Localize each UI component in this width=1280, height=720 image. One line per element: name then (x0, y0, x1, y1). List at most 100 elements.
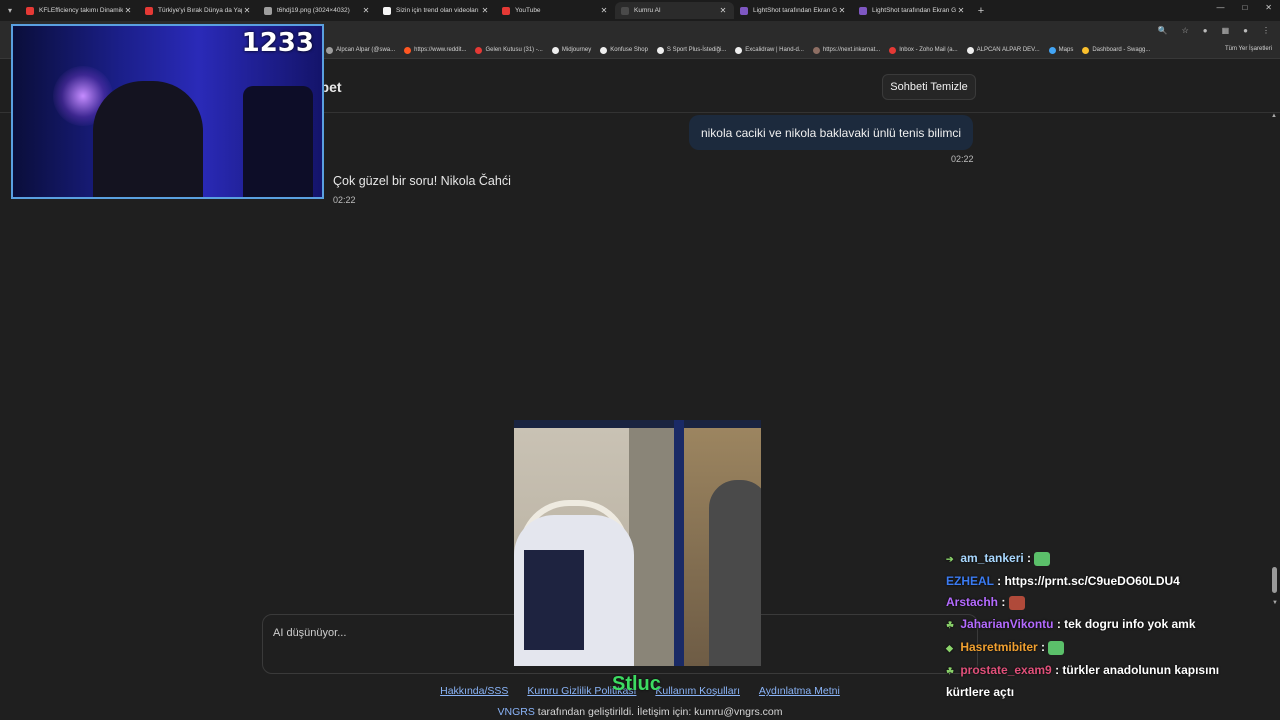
chat-message: ◆ Hasretmibiter : (946, 637, 1266, 660)
bookmark-item[interactable]: Excalidraw | Hand-d... (735, 46, 804, 54)
bookmark-list: Alpcan Alpar (@swa... https://www.reddit.… (326, 46, 1159, 54)
clear-chat-button[interactable]: Sohbeti Temizle (882, 74, 976, 100)
footer-link-disclosure[interactable]: Aydınlatma Metni (759, 685, 840, 697)
tab-title: t6hdj19.png (3024×4032) (277, 7, 350, 14)
bookmark-star-icon[interactable]: ☆ (1182, 26, 1189, 35)
scroll-up-arrow-icon[interactable]: ▲ (1271, 113, 1277, 119)
bookmark-item[interactable]: Konfuse Shop (600, 46, 648, 54)
chat-message: EZHEAL : https://prnt.sc/C9ueDO60LDU4 (946, 571, 1266, 593)
viewer-counter: 1233 (241, 28, 314, 58)
close-tab-icon[interactable]: ✕ (242, 6, 252, 15)
footer-link-terms[interactable]: Kullanım Koşulları (655, 685, 740, 697)
bookmark-item[interactable]: ALPCAN ALPAR DEV... (966, 46, 1040, 54)
browser-tab[interactable]: LightShot tarafından Ekran Görü✕ (853, 2, 972, 19)
chat-message: ☘ prostate_exam9 : türkler anadolunun ka… (946, 660, 1266, 704)
clip-curtain (629, 428, 674, 666)
close-tab-icon[interactable]: ✕ (956, 6, 966, 15)
bookmark-item[interactable]: Dashboard - Swagg... (1082, 46, 1150, 54)
chat-message: Arstachh : (946, 592, 1266, 614)
bookmark-item[interactable]: Maps (1048, 46, 1074, 54)
bookmark-label: ALPCAN ALPAR DEV... (976, 47, 1040, 53)
bookmark-label: S Sport Plus-İstediği... (666, 47, 727, 53)
bookmark-item[interactable]: S Sport Plus-İstediği... (656, 46, 727, 54)
user-message-text: nikola caciki ve nikola baklavaki ünlü t… (700, 125, 962, 140)
chat-badge-icon: ◆ (946, 642, 953, 653)
browser-tab[interactable]: Sizin için trend olan videoları iz ✕ (377, 2, 496, 19)
browser-tab[interactable]: LightShot tarafından Ekran Görü✕ (734, 2, 853, 19)
close-tab-icon[interactable]: ✕ (480, 6, 490, 15)
bookmark-item[interactable]: Alpcan Alpar (@swa... (326, 46, 395, 54)
extensions-puzzle-icon[interactable]: ▦ (1222, 26, 1230, 35)
minimize-icon[interactable]: — (1216, 3, 1224, 12)
bookmark-favicon-icon (600, 46, 608, 54)
browser-tab[interactable]: Kumru AI ✕ (615, 2, 734, 19)
chat-message: ☘ JaharianVikontu : tek dogru info yok a… (946, 614, 1266, 637)
chat-emote-icon (1034, 551, 1051, 566)
browser-tab-strip: ▾ KFLEfficiency takımı Dinamik Sü✕Türkiy… (0, 0, 1280, 21)
bookmark-item[interactable]: Midjourney (551, 46, 591, 54)
menu-kebab-icon[interactable]: ⋮ (1262, 26, 1270, 35)
bookmark-label: https://www.reddit... (414, 47, 467, 53)
tab-title: LightShot tarafından Ekran Görü (753, 7, 837, 14)
chat-separator: : (1023, 551, 1032, 565)
close-tab-icon[interactable]: ✕ (361, 6, 371, 15)
chat-username: JaharianVikontu (960, 617, 1054, 632)
toolbar-icons: 🔍 ☆ ● ▦ ● ⋮ (1158, 26, 1270, 35)
close-tab-icon[interactable]: ✕ (599, 6, 609, 15)
chat-scrollbar[interactable] (1272, 567, 1277, 593)
screen: ▾ KFLEfficiency takımı Dinamik Sü✕Türkiy… (0, 0, 1280, 720)
zoom-icon[interactable]: 🔍 (1158, 26, 1168, 35)
bookmark-label: Excalidraw | Hand-d... (745, 47, 804, 53)
chat-username: EZHEAL (946, 573, 994, 588)
chat-separator: : (1053, 617, 1061, 632)
bookmark-item[interactable]: https://next.inkarnat... (812, 46, 880, 54)
close-tab-icon[interactable]: ✕ (718, 6, 728, 15)
bookmark-favicon-icon (966, 46, 974, 54)
tab-favicon-icon (145, 6, 153, 15)
tab-title: LightShot tarafından Ekran Görü (872, 7, 956, 14)
chat-separator: : (1051, 662, 1060, 677)
browser-tab[interactable]: KFLEfficiency takımı Dinamik Sü✕ (20, 2, 139, 19)
bookmark-item[interactable]: Inbox - Zoho Mail (a... (889, 46, 958, 54)
chat-badge-icon: ☘ (946, 665, 955, 676)
bookmark-item[interactable]: Gelen Kutusu (31) -... (475, 46, 543, 54)
maximize-icon[interactable]: □ (1242, 3, 1247, 12)
chat-separator: : (1037, 639, 1046, 654)
tab-title: Türkiye'yi Bırak Dünya da Yapa (158, 7, 242, 14)
bookmark-favicon-icon (326, 46, 333, 54)
bookmark-favicon-icon (812, 46, 820, 54)
bookmark-favicon-icon (475, 46, 483, 54)
chat-badge-icon: ☘ (946, 620, 955, 631)
bookmark-favicon-icon (889, 46, 897, 54)
window-controls: — □ ✕ (1216, 3, 1272, 12)
all-bookmarks-link[interactable]: Tüm Yer İşaretleri (1225, 46, 1272, 52)
chat-text: tek dogru info yok amk (1060, 617, 1196, 632)
extension-icon[interactable]: ● (1203, 26, 1208, 35)
chat-badge-icon: ➔ (946, 554, 954, 564)
bookmark-label: Maps (1058, 47, 1074, 53)
browser-tab[interactable]: YouTube ✕ (496, 2, 615, 19)
clip-standing-man (709, 480, 761, 666)
chat-scroll-down-icon[interactable]: ▼ (1272, 600, 1278, 606)
bookmark-label: Konfuse Shop (610, 47, 648, 53)
chat-username: am_tankeri (960, 551, 1024, 565)
ai-message-text: Çok güzel bir soru! Nikola Čahći (333, 174, 511, 188)
webcam-person (93, 81, 203, 197)
close-tab-icon[interactable]: ✕ (837, 6, 847, 15)
streamer-webcam: 1233 (11, 24, 324, 199)
clip-caption: Stluc (612, 673, 661, 695)
new-tab-button[interactable]: + (972, 5, 990, 17)
profile-avatar-icon[interactable]: ● (1243, 26, 1248, 35)
chat-separator: : (998, 595, 1006, 610)
footer-link-about[interactable]: Hakkında/SSS (440, 685, 508, 697)
tab-search-icon[interactable]: ▾ (0, 6, 20, 15)
tab-favicon-icon (502, 6, 510, 15)
stream-chat-overlay: ➔ am_tankeri : EZHEAL : https://prnt.sc/… (946, 548, 1266, 704)
bookmark-label: Inbox - Zoho Mail (a... (899, 47, 958, 53)
bookmark-item[interactable]: https://www.reddit... (404, 46, 467, 54)
browser-tab[interactable]: Türkiye'yi Bırak Dünya da Yapa ✕ (139, 2, 258, 19)
ai-message-time: 02:22 (333, 195, 356, 205)
browser-tab[interactable]: t6hdj19.png (3024×4032) ✕ (258, 2, 377, 19)
close-tab-icon[interactable]: ✕ (123, 6, 133, 15)
close-window-icon[interactable]: ✕ (1265, 3, 1272, 12)
